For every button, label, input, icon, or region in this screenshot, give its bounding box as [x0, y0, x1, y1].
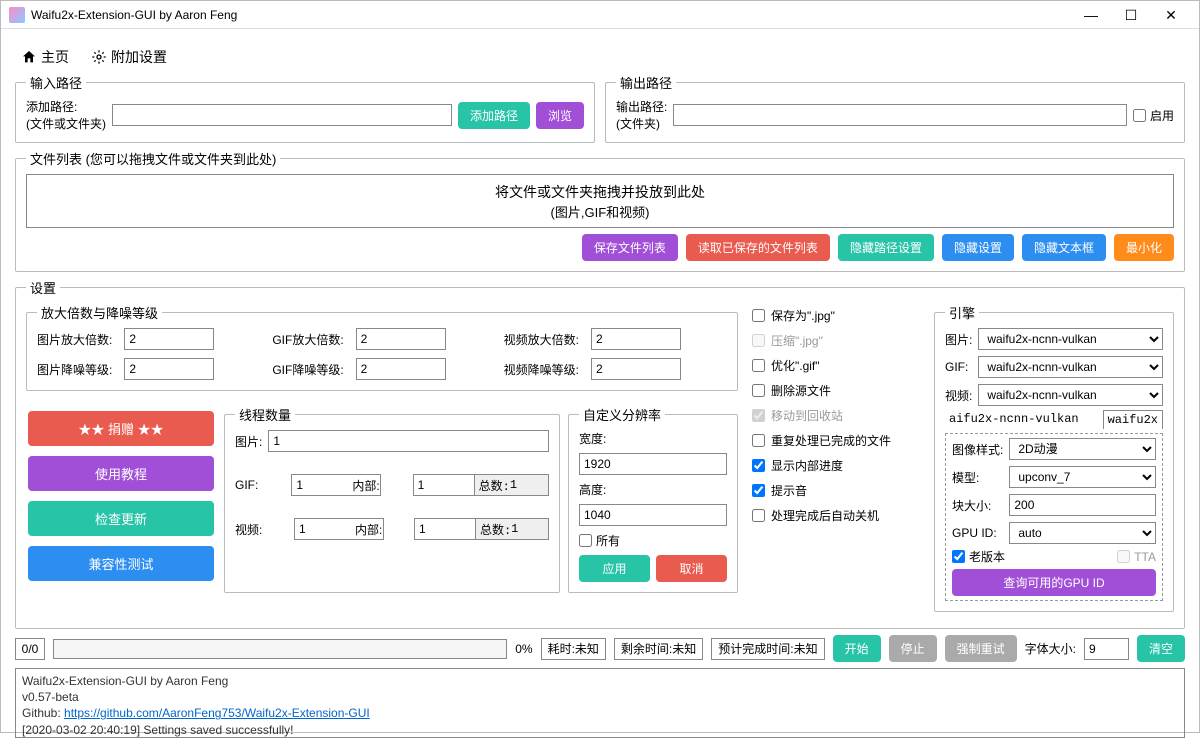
- log-output[interactable]: Waifu2x-Extension-GUI by Aaron Feng v0.5…: [15, 668, 1185, 738]
- progress-count: 0/0: [15, 638, 45, 660]
- clear-button[interactable]: 清空: [1137, 635, 1185, 662]
- save-file-list-button[interactable]: 保存文件列表: [582, 234, 678, 261]
- custom-res-apply-button[interactable]: 应用: [579, 555, 650, 582]
- image-denoise-spinner[interactable]: [124, 358, 214, 380]
- add-path-input[interactable]: [112, 104, 452, 126]
- custom-res-cancel-button[interactable]: 取消: [656, 555, 727, 582]
- force-retry-button[interactable]: 强制重试: [945, 635, 1017, 662]
- minimize-button[interactable]: 最小化: [1114, 234, 1174, 261]
- output-path-group: 输出路径 输出路径: (文件夹) 启用: [605, 73, 1185, 143]
- elapsed-time: 耗时:未知: [541, 638, 606, 660]
- donate-button[interactable]: ★★ 捐赠 ★★: [28, 411, 214, 446]
- thread-count-group: 线程数量 图片: GIF: 内部: 总数:1: [224, 405, 560, 593]
- thread-image-spinner[interactable]: [268, 430, 549, 452]
- engine-video-select[interactable]: waifu2x-ncnn-vulkan: [978, 384, 1163, 406]
- input-path-group: 输入路径 添加路径: (文件或文件夹) 添加路径 浏览: [15, 73, 595, 143]
- drop-zone[interactable]: 将文件或文件夹拖拽并投放到此处 (图片,GIF和视频): [26, 174, 1174, 228]
- beep-checkbox[interactable]: 提示音: [752, 482, 920, 499]
- custom-width-input[interactable]: [579, 453, 727, 475]
- custom-res-all-checkbox[interactable]: 所有: [579, 532, 727, 549]
- close-window-button[interactable]: ✕: [1151, 3, 1191, 27]
- gif-denoise-spinner[interactable]: [356, 358, 446, 380]
- hide-path-settings-button[interactable]: 隐藏踏径设置: [838, 234, 934, 261]
- main-tabs: 主页 附加设置: [15, 39, 1185, 73]
- enable-output-checkbox[interactable]: 启用: [1133, 107, 1174, 124]
- optimize-gif-checkbox[interactable]: 优化".gif": [752, 357, 920, 374]
- start-button[interactable]: 开始: [833, 635, 881, 662]
- custom-height-input[interactable]: [579, 504, 727, 526]
- settings-group: 设置 放大倍数与降噪等级 图片放大倍数: GIF放大倍数: 视频放大倍数: 图片…: [15, 278, 1185, 629]
- home-icon: [21, 49, 37, 65]
- hide-textbox-button[interactable]: 隐藏文本框: [1022, 234, 1106, 261]
- delete-source-checkbox[interactable]: 删除源文件: [752, 382, 920, 399]
- file-list-group: 文件列表 (您可以拖拽文件或文件夹到此处) 将文件或文件夹拖拽并投放到此处 (图…: [15, 149, 1185, 272]
- add-path-label: 添加路径: (文件或文件夹): [26, 98, 106, 132]
- engine-tab-1[interactable]: aifu2x-ncnn-vulkan: [945, 410, 1101, 429]
- browse-button[interactable]: 浏览: [536, 102, 584, 129]
- read-file-list-button[interactable]: 读取已保存的文件列表: [686, 234, 830, 261]
- titlebar: Waifu2x-Extension-GUI by Aaron Feng — ☐ …: [1, 1, 1199, 29]
- engine-gif-select[interactable]: waifu2x-ncnn-vulkan: [978, 356, 1163, 378]
- maximize-window-button[interactable]: ☐: [1111, 3, 1151, 27]
- options-checkboxes: 保存为".jpg" 压缩".jpg" 优化".gif" 删除源文件 移动到回收站…: [746, 303, 926, 618]
- image-style-select[interactable]: 2D动漫: [1009, 438, 1156, 460]
- reprocess-checkbox[interactable]: 重复处理已完成的文件: [752, 432, 920, 449]
- check-update-button[interactable]: 检查更新: [28, 501, 214, 536]
- thread-gif-total[interactable]: 总数:1: [474, 474, 549, 496]
- engine-group: 引擎 图片: waifu2x-ncnn-vulkan GIF: waifu2x-…: [934, 303, 1174, 612]
- progress-percent: 0%: [515, 642, 532, 656]
- gif-scale-spinner[interactable]: [356, 328, 446, 350]
- thread-video-total[interactable]: 总数:1: [475, 518, 549, 540]
- github-link[interactable]: https://github.com/AaronFeng753/Waifu2x-…: [64, 706, 370, 720]
- model-select[interactable]: upconv_7: [1009, 466, 1156, 488]
- save-jpg-checkbox[interactable]: 保存为".jpg": [752, 307, 920, 324]
- custom-resolution-group: 自定义分辨率 宽度: 高度: 所有 应用 取消: [568, 405, 738, 593]
- minimize-window-button[interactable]: —: [1071, 3, 1111, 27]
- old-version-checkbox[interactable]: 老版本: [952, 548, 1005, 565]
- app-icon: [9, 7, 25, 23]
- progress-bar: [53, 639, 507, 659]
- scale-denoise-group: 放大倍数与降噪等级 图片放大倍数: GIF放大倍数: 视频放大倍数: 图片降噪等…: [26, 303, 738, 391]
- move-recycle-checkbox: 移动到回收站: [752, 407, 920, 424]
- eta: 预计完成时间:未知: [711, 638, 824, 660]
- shutdown-checkbox[interactable]: 处理完成后自动关机: [752, 507, 920, 524]
- video-denoise-spinner[interactable]: [591, 358, 681, 380]
- query-gpu-button[interactable]: 查询可用的GPU ID: [952, 569, 1156, 596]
- show-internal-progress-checkbox[interactable]: 显示内部进度: [752, 457, 920, 474]
- tab-additional-settings[interactable]: 附加设置: [85, 45, 173, 69]
- font-size-spinner[interactable]: [1084, 638, 1129, 660]
- add-path-button[interactable]: 添加路径: [458, 102, 530, 129]
- tab-home[interactable]: 主页: [15, 45, 75, 69]
- tutorial-button[interactable]: 使用教程: [28, 456, 214, 491]
- video-scale-spinner[interactable]: [591, 328, 681, 350]
- window-title: Waifu2x-Extension-GUI by Aaron Feng: [31, 8, 1071, 22]
- gear-icon: [91, 49, 107, 65]
- remaining-time: 剩余时间:未知: [614, 638, 703, 660]
- hide-settings-button[interactable]: 隐藏设置: [942, 234, 1014, 261]
- compat-test-button[interactable]: 兼容性测试: [28, 546, 214, 581]
- stop-button[interactable]: 停止: [889, 635, 937, 662]
- output-path-label: 输出路径: (文件夹): [616, 98, 667, 132]
- engine-tab-2[interactable]: waifu2x: [1103, 410, 1163, 429]
- output-path-input[interactable]: [673, 104, 1127, 126]
- image-scale-spinner[interactable]: [124, 328, 214, 350]
- gpu-id-select[interactable]: auto: [1009, 522, 1156, 544]
- progress-row: 0/0 0% 耗时:未知 剩余时间:未知 预计完成时间:未知 开始 停止 强制重…: [15, 635, 1185, 662]
- engine-image-select[interactable]: waifu2x-ncnn-vulkan: [978, 328, 1163, 350]
- tta-checkbox: TTA: [1117, 550, 1156, 564]
- compress-jpg-checkbox: 压缩".jpg": [752, 332, 920, 349]
- block-size-spinner[interactable]: [1009, 494, 1156, 516]
